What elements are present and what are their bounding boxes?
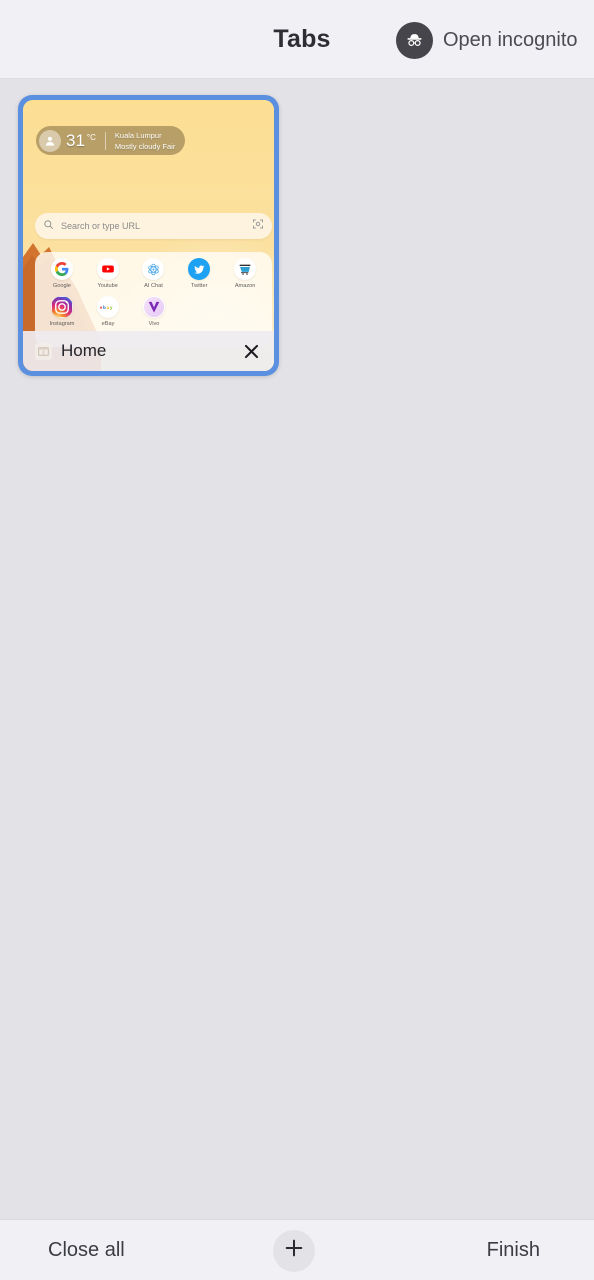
shortcut-label: Google <box>52 283 71 289</box>
weather-temperature: 31 °C <box>66 130 96 150</box>
shortcut-amazon[interactable]: Amazon <box>222 258 268 289</box>
twitter-icon <box>188 258 211 280</box>
qr-scan-icon[interactable] <box>252 217 264 235</box>
tabs-bottom-bar: Close all Finish <box>0 1220 594 1280</box>
shortcut-label: Youtube <box>97 283 118 289</box>
youtube-icon <box>96 258 119 280</box>
user-avatar-icon <box>39 129 61 152</box>
ai-chat-icon <box>142 258 165 280</box>
shortcuts-row-1: Google Youtube AI Chat Twitter Amazon <box>39 258 268 289</box>
tab-card[interactable]: 31 °C Kuala Lumpur Mostly cloudy Fair Se… <box>18 95 279 376</box>
google-icon <box>50 258 73 280</box>
shortcut-ai-chat[interactable]: AI Chat <box>131 258 177 289</box>
weather-condition: Mostly cloudy Fair <box>114 141 176 151</box>
svg-text:a: a <box>106 305 109 310</box>
search-bar[interactable]: Search or type URL <box>35 213 272 239</box>
weather-divider <box>104 131 106 150</box>
search-input[interactable]: Search or type URL <box>61 221 245 231</box>
search-icon <box>43 217 54 235</box>
svg-text:e: e <box>100 305 103 310</box>
instagram-icon <box>51 296 73 318</box>
shortcut-label: Instagram <box>49 321 75 327</box>
vivo-icon <box>143 296 165 318</box>
tab-card-preview: 31 °C Kuala Lumpur Mostly cloudy Fair Se… <box>23 100 274 371</box>
ebay-icon: e b a y <box>97 296 119 318</box>
shortcut-label: Amazon <box>234 283 256 289</box>
incognito-hat-glasses-icon <box>396 22 433 59</box>
shortcut-label: AI Chat <box>144 283 163 289</box>
tabs-header: Tabs Open incognito <box>0 0 594 78</box>
shortcut-vivo[interactable]: Vivo <box>131 296 177 327</box>
svg-text:y: y <box>110 305 113 310</box>
tab-card-footer: Home <box>23 331 274 371</box>
close-icon[interactable] <box>238 338 264 364</box>
page-title: Tabs <box>273 24 331 53</box>
plus-icon <box>283 1237 305 1264</box>
shortcut-google[interactable]: Google <box>39 258 85 289</box>
weather-details: Kuala Lumpur Mostly cloudy Fair <box>115 130 175 152</box>
shortcuts-row-2: Instagram e b a y eBay Vivo <box>39 296 268 327</box>
shortcut-label: Twitter <box>191 283 208 289</box>
weather-temp-value: 31 <box>66 130 85 150</box>
finish-button[interactable]: Finish <box>315 1239 594 1262</box>
shortcut-youtube[interactable]: Youtube <box>85 258 131 289</box>
weather-city: Kuala Lumpur <box>114 130 162 140</box>
shortcut-instagram[interactable]: Instagram <box>39 296 85 327</box>
weather-widget[interactable]: 31 °C Kuala Lumpur Mostly cloudy Fair <box>36 126 186 155</box>
browser-home-favicon <box>35 342 52 360</box>
close-all-button[interactable]: Close all <box>0 1239 273 1262</box>
amazon-icon <box>234 258 257 280</box>
tabs-grid-area: 31 °C Kuala Lumpur Mostly cloudy Fair Se… <box>0 79 594 1219</box>
weather-temp-unit: °C <box>86 132 96 142</box>
new-tab-button[interactable] <box>273 1229 315 1272</box>
shortcut-twitter[interactable]: Twitter <box>176 258 222 289</box>
shortcut-label: Vivo <box>148 321 160 327</box>
open-incognito-label: Open incognito <box>443 29 578 51</box>
tab-card-title: Home <box>61 341 107 360</box>
svg-text:b: b <box>103 305 106 310</box>
shortcut-ebay[interactable]: e b a y eBay <box>85 296 131 327</box>
open-incognito-button[interactable]: Open incognito <box>396 22 578 59</box>
shortcut-label: eBay <box>101 321 115 327</box>
